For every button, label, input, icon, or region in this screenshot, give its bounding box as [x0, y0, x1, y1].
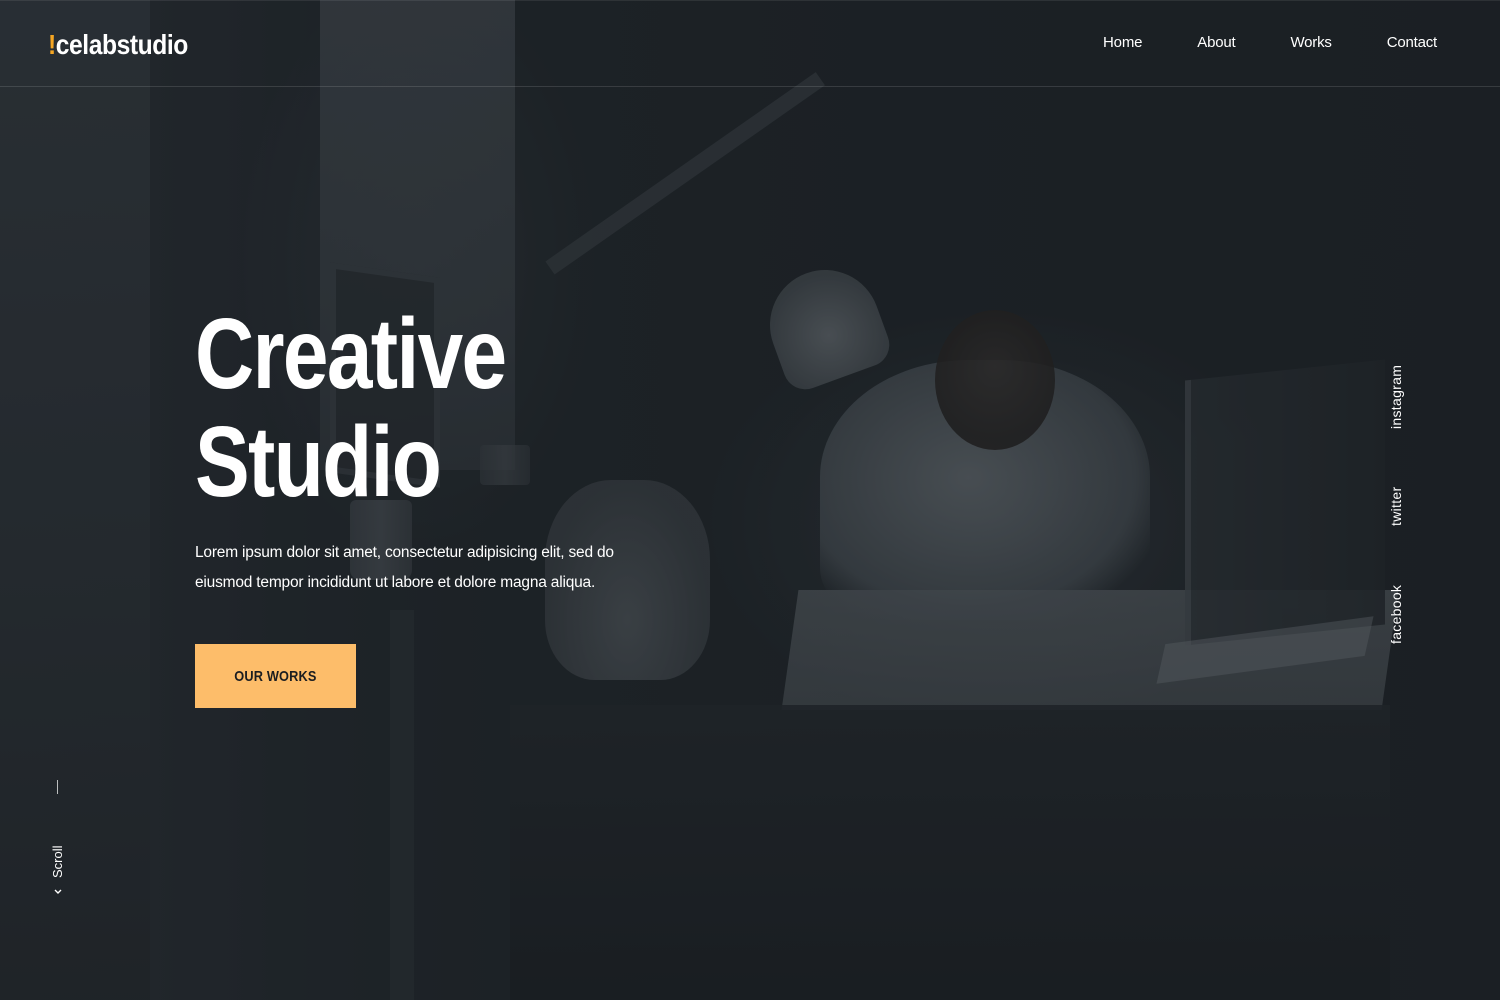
nav-about[interactable]: About	[1197, 34, 1235, 51]
logo[interactable]: !celabstudio	[48, 29, 188, 61]
social-twitter-link[interactable]: twitter	[1388, 487, 1404, 526]
social-instagram-link[interactable]: instagram	[1388, 365, 1404, 429]
nav-contact[interactable]: Contact	[1387, 34, 1437, 51]
nav-home[interactable]: Home	[1103, 34, 1142, 51]
our-works-button-label: OUR WORKS	[234, 667, 317, 685]
chevron-down-icon[interactable]	[52, 886, 64, 898]
hero-description: Lorem ipsum dolor sit amet, consectetur …	[195, 544, 614, 591]
scroll-label[interactable]: Scroll	[50, 845, 65, 878]
nav-works[interactable]: Works	[1290, 34, 1331, 51]
logo-mark: !	[48, 29, 56, 60]
hero-title-line2: Studio	[195, 406, 442, 518]
site-header: !celabstudio Home About Works Contact	[0, 0, 1500, 87]
social-links: instagram twitter facebook	[1382, 350, 1412, 650]
logo-text: celabstudio	[55, 29, 189, 60]
our-works-button[interactable]: OUR WORKS	[195, 644, 356, 708]
main-nav: Home About Works Contact	[1048, 34, 1437, 51]
hero-title: Creative Studio	[195, 298, 507, 518]
hero-title-line1: Creative	[195, 298, 507, 410]
scroll-line	[57, 780, 58, 794]
social-facebook-link[interactable]: facebook	[1388, 585, 1404, 644]
